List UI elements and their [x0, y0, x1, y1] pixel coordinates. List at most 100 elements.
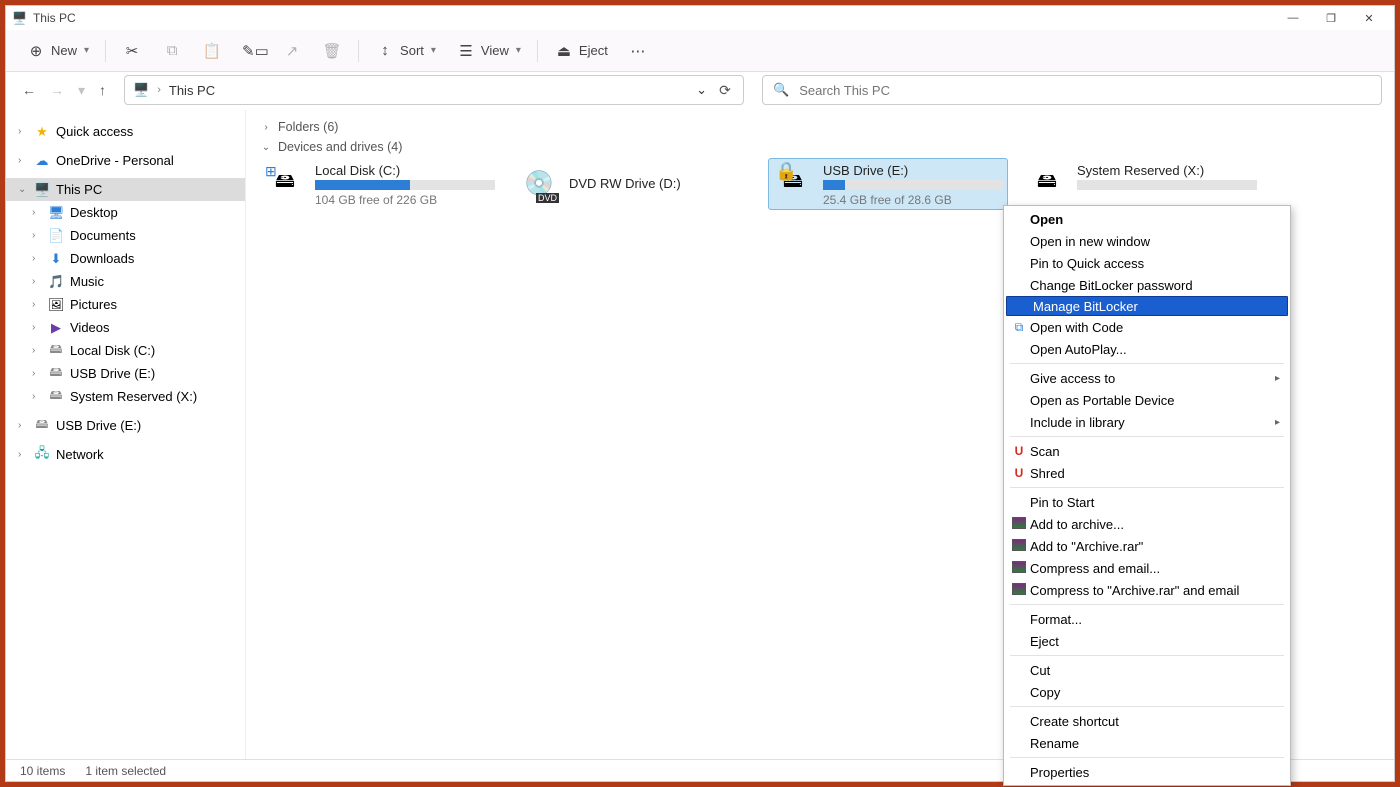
ctx-open[interactable]: Open — [1004, 208, 1290, 230]
ctx-open-portable-device[interactable]: Open as Portable Device — [1004, 389, 1290, 411]
close-button[interactable]: ✕ — [1350, 6, 1388, 30]
drive-icon: 🖴 — [1027, 163, 1067, 203]
usb-icon: 🖴 — [48, 363, 64, 385]
trash-icon: 🗑 — [322, 42, 342, 60]
tree-usb-root[interactable]: ›🖴USB Drive (E:) — [6, 414, 245, 437]
address-bar[interactable]: 🖥️ › This PC ⌄ ⟳ — [124, 75, 744, 105]
tree-downloads[interactable]: ›⬇Downloads — [6, 247, 245, 270]
ctx-properties[interactable]: Properties — [1004, 761, 1290, 783]
winrar-icon — [1010, 561, 1028, 576]
drive-dvd-d[interactable]: 💿 DVD DVD RW Drive (D:) — [514, 158, 754, 210]
tree-this-pc[interactable]: ⌄🖥️This PC — [6, 178, 245, 201]
ctx-manage-bitlocker[interactable]: Manage BitLocker — [1006, 296, 1288, 316]
eject-button[interactable]: ⏏ Eject — [546, 38, 616, 64]
status-item-count: 10 items — [20, 764, 65, 778]
breadcrumb[interactable]: This PC — [169, 83, 215, 98]
group-devices[interactable]: ⌄ Devices and drives (4) — [260, 138, 1380, 158]
videos-icon: ▶ — [48, 320, 64, 336]
chevron-down-icon: ⌄ — [260, 142, 272, 153]
tree-quick-access[interactable]: ›★Quick access — [6, 120, 245, 143]
view-button[interactable]: ☰ View ▾ — [448, 38, 529, 64]
music-icon: 🎵 — [48, 274, 64, 290]
winrar-icon — [1010, 517, 1028, 532]
star-icon: ★ — [34, 124, 50, 140]
delete-button[interactable]: 🗑 — [314, 38, 350, 64]
tree-system-reserved[interactable]: ›🖴System Reserved (X:) — [6, 385, 245, 408]
winrar-icon — [1010, 583, 1028, 598]
chevron-right-icon: ▸ — [1275, 373, 1280, 384]
ctx-format[interactable]: Format... — [1004, 608, 1290, 630]
forward-button[interactable]: → — [50, 82, 64, 98]
separator — [1010, 706, 1284, 707]
tree-pictures[interactable]: ›🖼Pictures — [6, 293, 245, 316]
tree-documents[interactable]: ›📄Documents — [6, 224, 245, 247]
rename-icon: ✎▭ — [242, 42, 262, 60]
copy-button[interactable]: ⧉ — [154, 38, 190, 63]
ctx-open-with-code[interactable]: ⧉Open with Code — [1004, 316, 1290, 338]
separator — [358, 40, 359, 62]
search-box[interactable]: 🔍 — [762, 75, 1382, 105]
sort-button[interactable]: ↕ Sort ▾ — [367, 38, 444, 63]
ctx-change-bitlocker-password[interactable]: Change BitLocker password — [1004, 274, 1290, 296]
share-button[interactable]: ↗ — [274, 38, 310, 64]
ctx-compress-rar-and-email[interactable]: Compress to "Archive.rar" and email — [1004, 579, 1290, 601]
this-pc-icon: 🖥️ — [12, 11, 27, 25]
tree-videos[interactable]: ›▶Videos — [6, 316, 245, 339]
ctx-pin-to-start[interactable]: Pin to Start — [1004, 491, 1290, 513]
back-button[interactable]: ← — [22, 82, 36, 98]
chevron-right-icon: ▸ — [1275, 417, 1280, 428]
ctx-include-in-library[interactable]: Include in library▸ — [1004, 411, 1290, 433]
ctx-copy[interactable]: Copy — [1004, 681, 1290, 703]
history-dropdown[interactable]: ▾ — [78, 82, 85, 99]
chevron-right-icon: › — [260, 122, 272, 133]
ctx-add-to-archive-rar[interactable]: Add to "Archive.rar" — [1004, 535, 1290, 557]
tree-desktop[interactable]: ›🖥Desktop — [6, 201, 245, 224]
ctx-open-autoplay[interactable]: Open AutoPlay... — [1004, 338, 1290, 360]
ctx-pin-quick-access[interactable]: Pin to Quick access — [1004, 252, 1290, 274]
drives-list: 🖴 ⊞ Local Disk (C:) 104 GB free of 226 G… — [260, 158, 1380, 210]
cut-button[interactable]: ✂ — [114, 38, 150, 64]
tree-onedrive[interactable]: ›☁OneDrive - Personal — [6, 149, 245, 172]
drive-local-c[interactable]: 🖴 ⊞ Local Disk (C:) 104 GB free of 226 G… — [260, 158, 500, 210]
paste-button[interactable]: 📋 — [194, 38, 230, 64]
up-button[interactable]: ↑ — [99, 82, 106, 98]
context-menu: Open Open in new window Pin to Quick acc… — [1003, 205, 1291, 786]
tree-local-disk[interactable]: ›🖴Local Disk (C:) — [6, 339, 245, 362]
winrar-icon — [1010, 539, 1028, 554]
documents-icon: 📄 — [48, 228, 64, 244]
ctx-scan[interactable]: UScan — [1004, 440, 1290, 462]
tree-music[interactable]: ›🎵Music — [6, 270, 245, 293]
chevron-down-icon[interactable]: ⌄ — [696, 82, 707, 98]
refresh-button[interactable]: ⟳ — [715, 82, 735, 99]
clipboard-icon: 📋 — [202, 42, 222, 60]
ctx-open-new-window[interactable]: Open in new window — [1004, 230, 1290, 252]
capacity-bar — [315, 180, 495, 190]
title-bar: 🖥️ This PC — ❐ ✕ — [6, 6, 1394, 30]
ctx-shred[interactable]: UShred — [1004, 462, 1290, 484]
tree-usb-e[interactable]: ›🖴USB Drive (E:) — [6, 362, 245, 385]
drive-usb-e[interactable]: 🖴 🔒 USB Drive (E:) 25.4 GB free of 28.6 … — [768, 158, 1008, 210]
ctx-give-access-to[interactable]: Give access to▸ — [1004, 367, 1290, 389]
tree-network[interactable]: ›🖧Network — [6, 443, 245, 466]
new-button[interactable]: ⊕ New ▾ — [18, 38, 97, 64]
separator — [1010, 363, 1284, 364]
nav-row: ← → ▾ ↑ 🖥️ › This PC ⌄ ⟳ 🔍 — [6, 72, 1394, 110]
downloads-icon: ⬇ — [48, 251, 64, 267]
ctx-rename[interactable]: Rename — [1004, 732, 1290, 754]
maximize-button[interactable]: ❐ — [1312, 6, 1350, 30]
search-input[interactable] — [797, 82, 1371, 99]
ctx-eject[interactable]: Eject — [1004, 630, 1290, 652]
drive-system-reserved-x[interactable]: 🖴 System Reserved (X:) — [1022, 158, 1262, 210]
capacity-bar — [823, 180, 1003, 190]
more-button[interactable]: ⋯ — [620, 38, 656, 64]
pictures-icon: 🖼 — [48, 297, 64, 313]
ctx-add-to-archive[interactable]: Add to archive... — [1004, 513, 1290, 535]
minimize-button[interactable]: — — [1274, 6, 1312, 30]
separator — [105, 40, 106, 62]
group-folders[interactable]: › Folders (6) — [260, 118, 1380, 138]
status-selected-count: 1 item selected — [85, 764, 166, 778]
rename-button[interactable]: ✎▭ — [234, 38, 270, 64]
ctx-create-shortcut[interactable]: Create shortcut — [1004, 710, 1290, 732]
ctx-cut[interactable]: Cut — [1004, 659, 1290, 681]
ctx-compress-and-email[interactable]: Compress and email... — [1004, 557, 1290, 579]
